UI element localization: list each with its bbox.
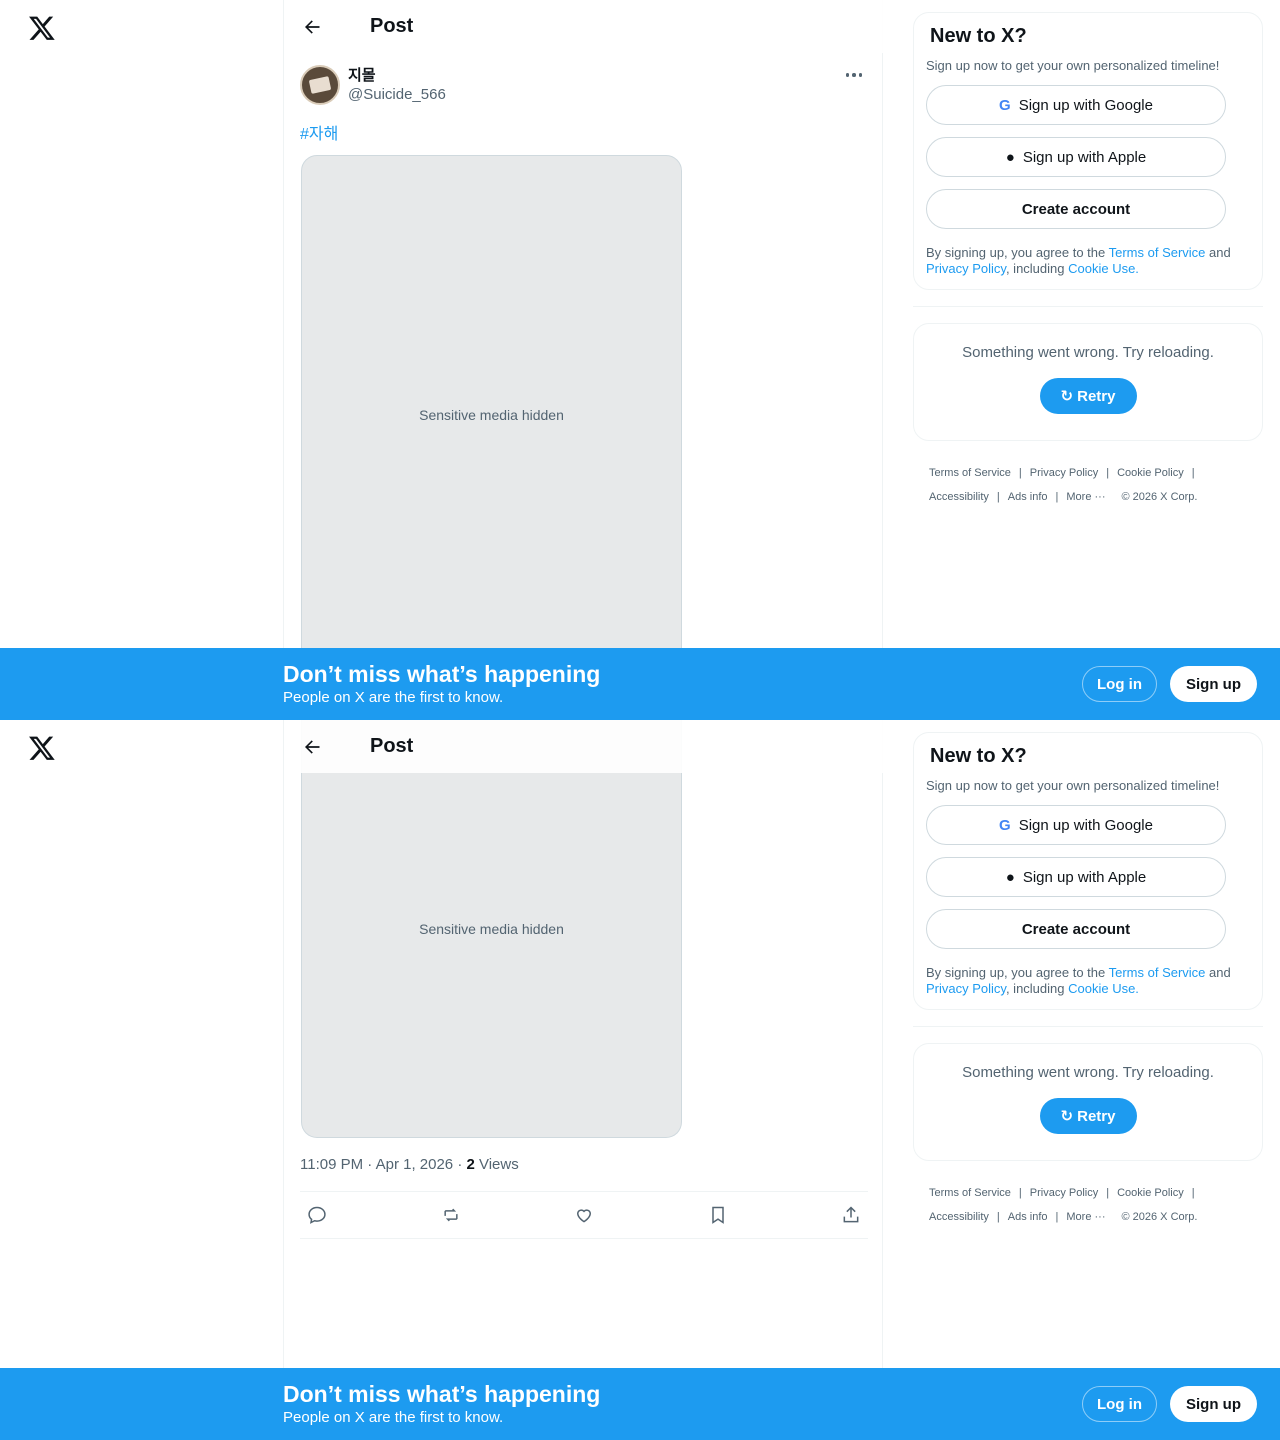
like-icon[interactable] [573,1204,595,1226]
x-logo-icon[interactable] [28,734,56,762]
post-media-placeholder[interactable]: Sensitive media hidden [301,155,682,675]
apple-signup-button[interactable]: ● Sign up with Apple [926,857,1226,897]
google-icon: G [999,96,1011,114]
signup-button[interactable]: Sign up [1170,666,1257,702]
page-title: Post [370,735,414,757]
error-message: Something went wrong. Try reloading. [962,344,1214,361]
apple-icon: ● [1005,148,1015,166]
primary-column: Sensitive media hidden Post 11:09 PM · A… [283,720,884,1440]
media-placeholder-label: Sensitive media hidden [419,407,564,423]
terms-link[interactable]: Terms of Service [1109,245,1206,260]
post-header: Post [284,0,884,53]
banner-title: Don’t miss what’s happening [283,661,601,687]
login-button[interactable]: Log in [1082,666,1157,702]
cookie-link[interactable]: Cookie Use. [1068,981,1139,996]
screen-top: Post 지몰 @Suicide_566 #자해 Sensitive media… [0,0,1280,720]
cookie-link[interactable]: Cookie Use. [1068,261,1139,276]
signup-title: New to X? [930,25,1027,47]
signup-card: New to X? Sign up now to get your own pe… [913,732,1263,1010]
avatar[interactable] [300,65,340,105]
signup-button[interactable]: Sign up [1170,1386,1257,1422]
retry-button[interactable]: ↻ Retry [1039,378,1137,414]
retry-button[interactable]: ↻ Retry [1039,1098,1137,1134]
repost-icon[interactable] [440,1204,462,1226]
page-title: Post [370,15,414,37]
google-signup-button[interactable]: G Sign up with Google [926,85,1226,125]
error-card: Something went wrong. Try reloading. ↻ Re… [913,1043,1263,1161]
apple-icon: ● [1005,868,1015,886]
views-count: 2 [466,1156,475,1173]
signup-subtitle: Sign up now to get your own personalized… [926,58,1220,73]
user-handle[interactable]: @Suicide_566 [348,85,446,104]
google-signup-button[interactable]: G Sign up with Google [926,805,1226,845]
footer-links: Terms of Service | Privacy Policy | Cookie P… [929,467,1198,503]
post-header: Post [284,720,884,773]
apple-signup-button[interactable]: ● Sign up with Apple [926,137,1226,177]
signup-legal: By signing up, you agree to the Terms of… [926,245,1231,276]
signup-card: New to X? Sign up now to get your own pe… [913,12,1263,290]
hashtag-link[interactable]: #자해 [300,120,338,144]
sidebar: New to X? Sign up now to get your own pe… [913,12,1263,509]
back-arrow-icon[interactable] [298,13,326,41]
privacy-link[interactable]: Privacy Policy [926,261,1006,276]
screen-bottom: Sensitive media hidden Post 11:09 PM · A… [0,720,1280,1440]
google-icon: G [999,816,1011,834]
reply-icon[interactable] [306,1204,328,1226]
login-banner: Don’t miss what’s happening People on X … [0,1368,1280,1440]
login-button[interactable]: Log in [1082,1386,1157,1422]
post-timestamp[interactable]: 11:09 PM · Apr 1, 2026 · [300,1156,466,1173]
post-media-placeholder[interactable]: Sensitive media hidden [301,720,682,1138]
create-account-button[interactable]: Create account [926,909,1226,949]
refresh-icon: ↻ [1060,1108,1074,1125]
terms-link[interactable]: Terms of Service [1109,965,1206,980]
banner-subtitle: People on X are the first to know. [283,689,504,706]
post-meta: 11:09 PM · Apr 1, 2026 · 2 Views [300,1156,519,1173]
privacy-link[interactable]: Privacy Policy [926,981,1006,996]
more-options-icon[interactable] [842,66,866,84]
login-banner: Don’t miss what’s happening People on X … [0,648,1280,720]
error-card: Something went wrong. Try reloading. ↻ Re… [913,323,1263,441]
back-arrow-icon[interactable] [298,733,326,761]
display-name[interactable]: 지몰 [348,66,446,85]
share-icon[interactable] [840,1204,862,1226]
post-author[interactable]: 지몰 @Suicide_566 [300,65,446,105]
footer-links: Terms of Service | Privacy Policy | Cookie P… [929,1187,1198,1223]
post-actions [300,1191,868,1239]
sidebar: New to X? Sign up now to get your own pe… [913,732,1263,1229]
bookmark-icon[interactable] [707,1204,729,1226]
primary-column: Post 지몰 @Suicide_566 #자해 Sensitive media… [283,0,884,720]
create-account-button[interactable]: Create account [926,189,1226,229]
refresh-icon: ↻ [1060,388,1074,405]
x-logo-icon[interactable] [28,14,56,42]
